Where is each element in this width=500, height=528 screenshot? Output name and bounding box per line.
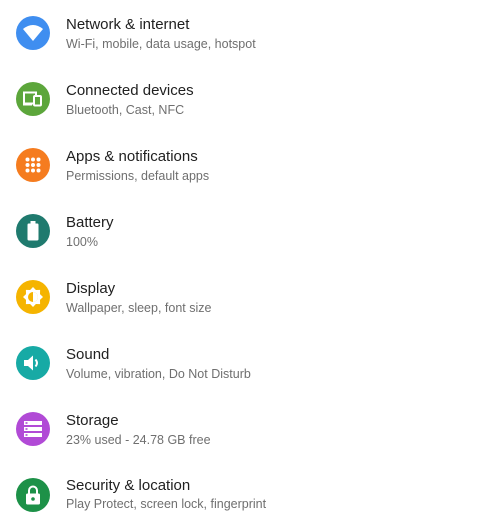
settings-item-summary: 100% bbox=[66, 235, 98, 249]
devices-icon bbox=[16, 82, 50, 116]
settings-item-title: Apps & notifications bbox=[66, 148, 198, 165]
settings-item-summary: 23% used - 24.78 GB free bbox=[66, 433, 211, 447]
settings-item-title: Security & location bbox=[66, 477, 191, 494]
settings-item-security[interactable]: Security & location Play Protect, screen… bbox=[0, 462, 500, 528]
settings-item-summary: Permissions, default apps bbox=[66, 169, 210, 183]
settings-item-title: Connected devices bbox=[66, 82, 194, 99]
settings-item-summary: Bluetooth, Cast, NFC bbox=[66, 103, 185, 117]
volume-icon bbox=[16, 346, 50, 380]
brightness-icon bbox=[16, 280, 50, 314]
settings-item-summary: Wi-Fi, mobile, data usage, hotspot bbox=[66, 37, 256, 51]
settings-item-title: Display bbox=[66, 280, 116, 297]
settings-item-summary: Wallpaper, sleep, font size bbox=[66, 301, 212, 315]
settings-item-title: Network & internet bbox=[66, 16, 190, 33]
settings-item-display[interactable]: Display Wallpaper, sleep, font size bbox=[0, 264, 500, 330]
wifi-icon bbox=[16, 16, 50, 50]
settings-item-storage[interactable]: Storage 23% used - 24.78 GB free bbox=[0, 396, 500, 462]
settings-item-connected-devices[interactable]: Connected devices Bluetooth, Cast, NFC bbox=[0, 66, 500, 132]
apps-grid-icon bbox=[16, 148, 50, 182]
settings-item-apps[interactable]: Apps & notifications Permissions, defaul… bbox=[0, 132, 500, 198]
settings-item-summary: Volume, vibration, Do Not Disturb bbox=[66, 367, 251, 381]
settings-item-title: Battery bbox=[66, 214, 114, 231]
storage-icon bbox=[16, 412, 50, 446]
lock-icon bbox=[16, 478, 50, 512]
settings-item-title: Storage bbox=[66, 412, 119, 429]
settings-item-summary: Play Protect, screen lock, fingerprint bbox=[66, 497, 267, 511]
settings-item-title: Sound bbox=[66, 346, 110, 363]
settings-item-sound[interactable]: Sound Volume, vibration, Do Not Disturb bbox=[0, 330, 500, 396]
settings-item-network[interactable]: Network & internet Wi-Fi, mobile, data u… bbox=[0, 0, 500, 66]
battery-icon bbox=[16, 214, 50, 248]
settings-item-battery[interactable]: Battery 100% bbox=[0, 198, 500, 264]
